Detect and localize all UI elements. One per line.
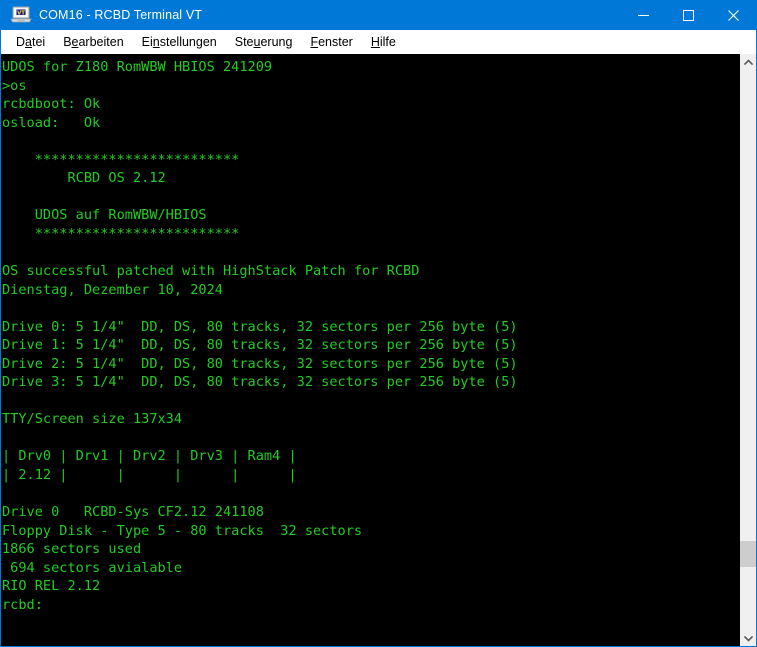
menu-label-fenster: Fenster xyxy=(310,34,353,49)
terminal-line: UDOS auf RomWBW/HBIOS xyxy=(2,207,207,224)
terminal-cursor xyxy=(43,597,52,612)
menu-item-einstellungen[interactable]: Einstellungen xyxy=(133,33,226,51)
application-window: VT COM16 - RCBD Terminal VT Datei Bearbe… xyxy=(0,0,757,647)
terminal-line: ************************* xyxy=(2,225,240,242)
menu-label-datei: Datei xyxy=(16,34,46,49)
minimize-button[interactable] xyxy=(621,0,666,30)
menu-label-steuerung: Steuerung xyxy=(234,34,293,49)
menu-label-hilfe: Hilfe xyxy=(370,34,396,49)
maximize-button[interactable] xyxy=(666,0,711,30)
menu-item-steuerung[interactable]: Steuerung xyxy=(226,33,302,51)
scroll-up-icon[interactable] xyxy=(740,54,756,71)
terminal-line: OS successful patched with HighStack Pat… xyxy=(2,263,420,280)
title-bar[interactable]: VT COM16 - RCBD Terminal VT xyxy=(1,0,756,30)
terminal-line: Drive 3: 5 1/4" DD, DS, 80 tracks, 32 se… xyxy=(2,374,518,391)
vt-terminal-icon: VT xyxy=(10,5,32,25)
terminal-line: Drive 0: 5 1/4" DD, DS, 80 tracks, 32 se… xyxy=(2,318,518,335)
menu-bar: Datei Bearbeiten Einstellungen Steuerung… xyxy=(1,30,756,54)
terminal-line: Drive 1: 5 1/4" DD, DS, 80 tracks, 32 se… xyxy=(2,337,518,354)
scroll-down-icon[interactable] xyxy=(740,630,756,646)
menu-item-bearbeiten[interactable]: Bearbeiten xyxy=(54,33,132,51)
terminal-line: | 2.12 | | | | | xyxy=(2,467,297,484)
terminal-line: rcbdboot: Ok xyxy=(2,96,101,113)
menu-label-einstellungen: Einstellungen xyxy=(141,34,217,49)
terminal-line: | Drv0 | Drv1 | Drv2 | Drv3 | Ram4 | xyxy=(2,448,297,465)
window-controls xyxy=(621,0,756,30)
terminal-line: RIO REL 2.12 xyxy=(2,578,101,595)
terminal-output[interactable]: UDOS for Z180 RomWBW HBIOS 241209 >os rcbd… xyxy=(1,54,739,646)
terminal-area: UDOS for Z180 RomWBW HBIOS 241209 >os rcbd… xyxy=(1,54,756,646)
terminal-line: UDOS for Z180 RomWBW HBIOS 241209 xyxy=(2,59,273,75)
terminal-line: >os xyxy=(2,77,27,94)
scrollbar-thumb[interactable] xyxy=(740,541,756,567)
svg-text:VT: VT xyxy=(17,10,25,16)
terminal-line: rcbd: xyxy=(2,596,739,615)
scrollbar-track[interactable] xyxy=(740,71,756,630)
terminal-line: RCBD OS 2.12 xyxy=(2,170,166,187)
menu-item-datei[interactable]: Datei xyxy=(7,33,54,51)
menu-item-fenster[interactable]: Fenster xyxy=(301,33,361,51)
terminal-line: ************************* xyxy=(2,151,240,168)
terminal-line: 1866 sectors used xyxy=(2,541,142,558)
terminal-line: TTY/Screen size 137x34 xyxy=(2,411,183,428)
terminal-line: 694 sectors avialable xyxy=(2,559,183,576)
terminal-line: Dienstag, Dezember 10, 2024 xyxy=(2,281,223,298)
terminal-line: Drive 2: 5 1/4" DD, DS, 80 tracks, 32 se… xyxy=(2,355,518,372)
menu-label-bearbeiten: Bearbeiten xyxy=(63,34,124,49)
terminal-line: Floppy Disk - Type 5 - 80 tracks 32 sect… xyxy=(2,522,363,539)
vertical-scrollbar[interactable] xyxy=(739,54,756,646)
menu-item-hilfe[interactable]: Hilfe xyxy=(362,33,405,51)
terminal-line: Drive 0 RCBD-Sys CF2.12 241108 xyxy=(2,504,264,521)
window-title: COM16 - RCBD Terminal VT xyxy=(39,8,203,22)
terminal-line: osload: Ok xyxy=(2,114,101,131)
close-button[interactable] xyxy=(711,0,756,30)
